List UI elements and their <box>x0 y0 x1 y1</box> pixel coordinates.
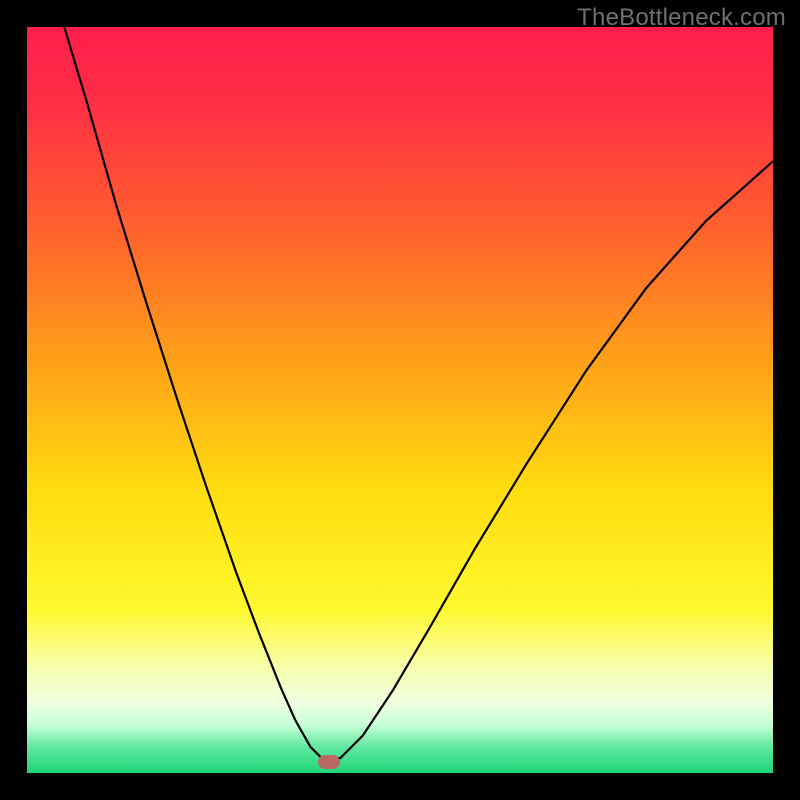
watermark-text: TheBottleneck.com <box>577 4 786 32</box>
chart-frame: TheBottleneck.com <box>0 0 800 800</box>
bottleneck-curve <box>27 27 773 773</box>
plot-area <box>27 27 773 773</box>
current-point-marker <box>318 755 340 769</box>
